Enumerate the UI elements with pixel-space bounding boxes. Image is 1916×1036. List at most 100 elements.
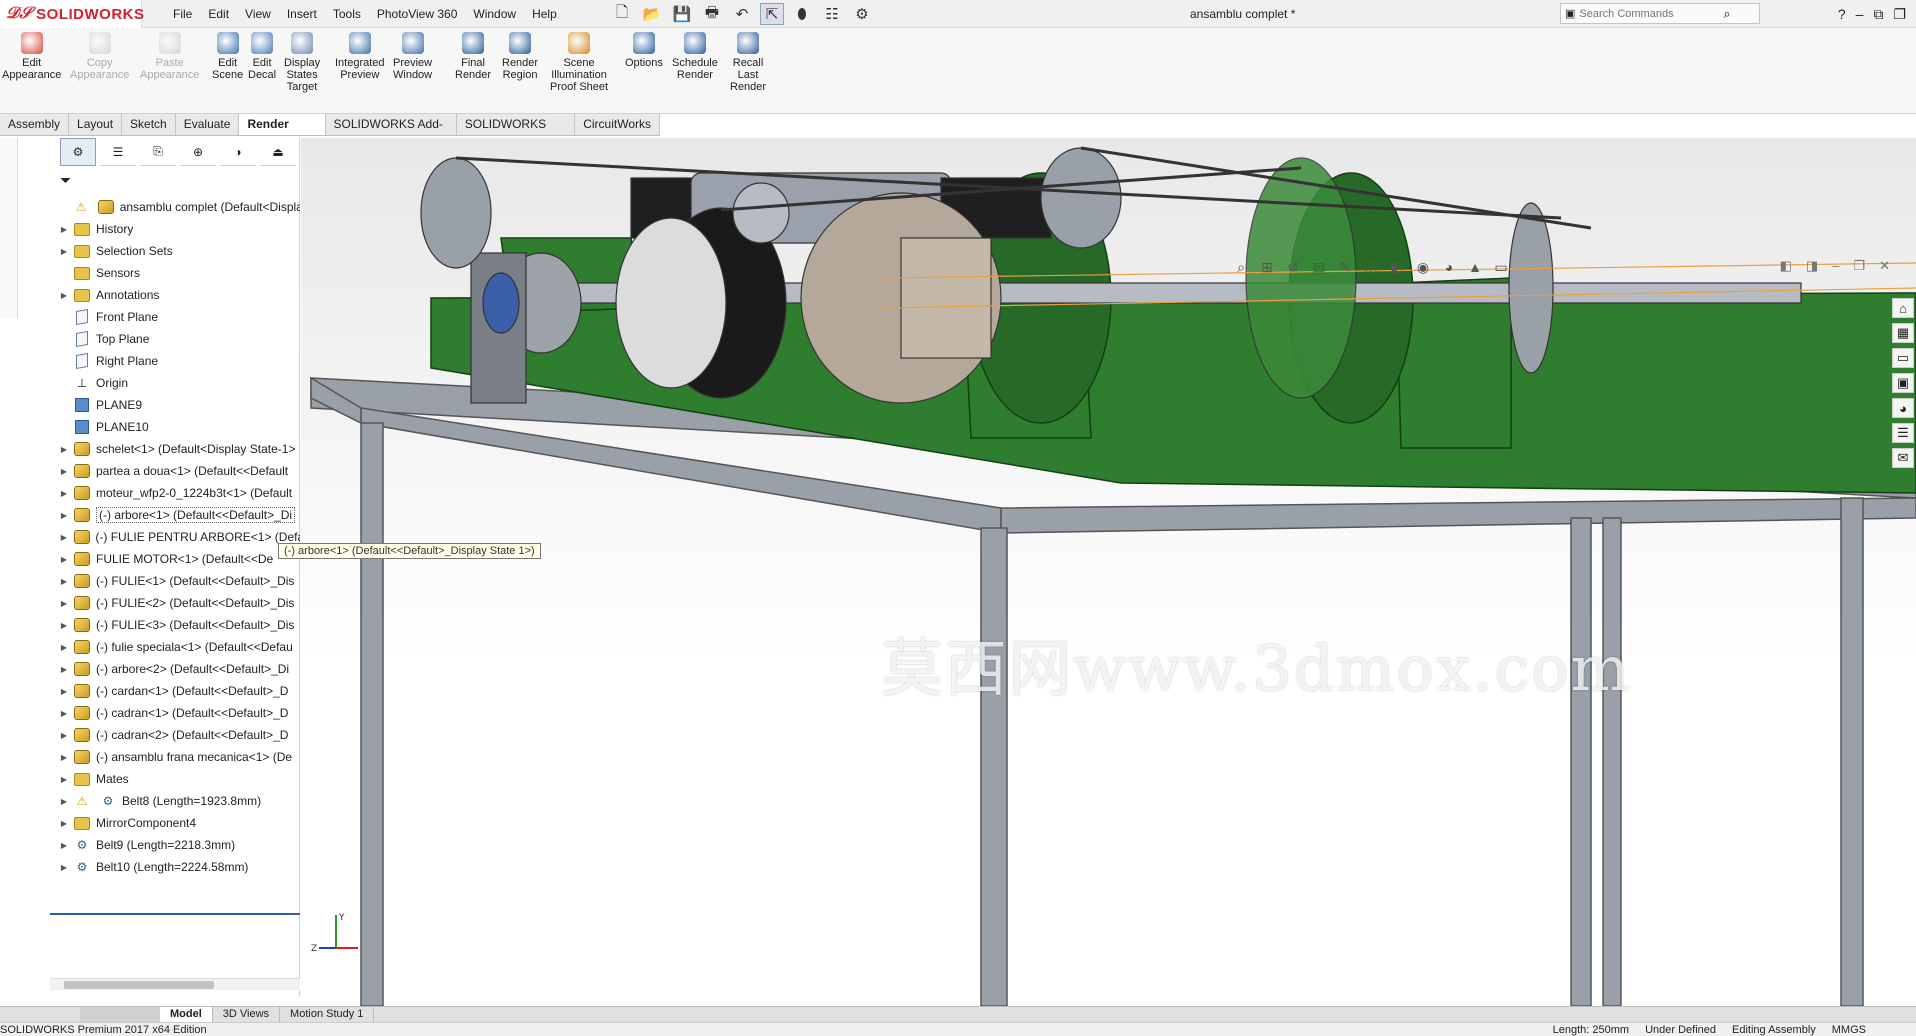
display-states-button[interactable]: Display States Target bbox=[284, 32, 320, 93]
tree-root[interactable]: ▶⚠ansamblu complet (Default<Display bbox=[50, 196, 300, 218]
tree-item[interactable]: ▶ History bbox=[50, 218, 300, 240]
expand-arrow-icon[interactable]: ▶ bbox=[58, 445, 70, 454]
tree-horizontal-scrollbar[interactable] bbox=[50, 978, 300, 990]
hide-show-items-icon[interactable]: ◉ bbox=[1413, 258, 1433, 276]
scrollbar-thumb[interactable] bbox=[64, 981, 214, 989]
undo-icon[interactable]: ↶ bbox=[730, 3, 754, 25]
tree-item[interactable]: ▶ ⚙ Belt10 (Length=2224.58mm) bbox=[50, 856, 300, 878]
restore-icon[interactable]: ❐ bbox=[1893, 0, 1906, 28]
file-properties-icon[interactable]: ☷ bbox=[820, 3, 844, 25]
tree-item[interactable]: ▶ partea a doua<1> (Default<<Default bbox=[50, 460, 300, 482]
tree-item[interactable]: ▶ (-) arbore<2> (Default<<Default>_Di bbox=[50, 658, 300, 680]
solidworks-logo[interactable]: 𝒟𝒮 SOLIDWORKS bbox=[0, 0, 144, 28]
tab-render-tools[interactable]: Render Tools bbox=[239, 114, 326, 152]
menu-window[interactable]: Window bbox=[465, 0, 524, 28]
select-cursor-icon[interactable]: ⇱ bbox=[760, 3, 784, 25]
search-icon[interactable]: ⌕ bbox=[1723, 6, 1730, 22]
design-library-icon[interactable]: ▦ bbox=[1892, 323, 1914, 343]
save-icon[interactable]: 💾 bbox=[670, 3, 694, 25]
menu-help[interactable]: Help bbox=[524, 0, 565, 28]
tab-assembly[interactable]: Assembly bbox=[0, 114, 70, 135]
tree-item[interactable]: ▶ schelet<1> (Default<Display State-1> bbox=[50, 438, 300, 460]
expand-arrow-icon[interactable]: ▶ bbox=[58, 577, 70, 586]
search-scope-icon[interactable]: ▣ bbox=[1565, 7, 1575, 20]
expand-arrow-icon[interactable]: ▶ bbox=[58, 225, 70, 234]
expand-arrow-icon[interactable]: ▶ bbox=[58, 665, 70, 674]
display-manager-tab-icon[interactable]: ◑ bbox=[220, 138, 256, 166]
tab-motion-study-1[interactable]: Motion Study 1 bbox=[280, 1007, 375, 1022]
tree-item[interactable]: ▶ (-) ansamblu frana mecanica<1> (De bbox=[50, 746, 300, 768]
split-right-icon[interactable]: ◨ bbox=[1806, 258, 1818, 274]
menu-insert[interactable]: Insert bbox=[279, 0, 325, 28]
collapse-pane-icon[interactable]: ⏏ bbox=[260, 138, 296, 166]
expand-arrow-icon[interactable]: ▶ bbox=[58, 291, 70, 300]
tab-solidworks-add-ins[interactable]: SOLIDWORKS Add-Ins bbox=[325, 114, 457, 152]
tab-solidworks-mbd[interactable]: SOLIDWORKS MBD bbox=[456, 114, 576, 152]
tree-item[interactable]: ▶ (-) FULIE<2> (Default<<Default>_Dis bbox=[50, 592, 300, 614]
configuration-manager-tab-icon[interactable]: ⎘ bbox=[140, 138, 176, 166]
tree-item[interactable]: PLANE9 bbox=[50, 394, 300, 416]
tree-item[interactable]: Sensors bbox=[50, 262, 300, 284]
view-palette-icon[interactable]: ▣ bbox=[1892, 373, 1914, 393]
recall-last-render-button[interactable]: Recall Last Render bbox=[730, 32, 766, 93]
view-settings-icon[interactable]: ▭ bbox=[1491, 258, 1511, 276]
expand-arrow-icon[interactable]: ▶ bbox=[58, 555, 70, 564]
final-render-button[interactable]: Final Render bbox=[455, 32, 491, 81]
options-button[interactable]: Options bbox=[625, 32, 663, 69]
tab-model[interactable]: Model bbox=[160, 1007, 213, 1022]
edit-decal-button[interactable]: Edit Decal bbox=[248, 32, 276, 81]
expand-arrow-icon[interactable]: ▶ bbox=[58, 753, 70, 762]
tree-item[interactable]: ▶ (-) arbore<1> (Default<<Default>_Di bbox=[50, 504, 300, 526]
dynamic-annotation-icon[interactable]: ✎ bbox=[1335, 258, 1355, 276]
unit-system[interactable]: MMGS bbox=[1832, 1023, 1866, 1036]
tree-item[interactable]: ▶ Selection Sets bbox=[50, 240, 300, 262]
tree-item[interactable]: ▶ (-) fulie speciala<1> (Default<<Defau bbox=[50, 636, 300, 658]
search-input[interactable] bbox=[1579, 7, 1720, 20]
tab-layout[interactable]: Layout bbox=[69, 114, 123, 135]
custom-properties-icon[interactable]: ☰ bbox=[1892, 423, 1914, 443]
expand-arrow-icon[interactable]: ▶ bbox=[58, 709, 70, 718]
tree-item[interactable]: ▶ Mates bbox=[50, 768, 300, 790]
property-manager-tab-icon[interactable]: ☰ bbox=[100, 138, 136, 166]
appearances-scenes-icon[interactable]: ◕ bbox=[1892, 398, 1914, 418]
split-left-icon[interactable]: ◧ bbox=[1780, 258, 1792, 274]
rollback-bar[interactable] bbox=[50, 913, 300, 915]
open-icon[interactable]: 📂 bbox=[640, 3, 664, 25]
tree-item[interactable]: ▶ ⚙ Belt9 (Length=2218.3mm) bbox=[50, 834, 300, 856]
viewport-close-icon[interactable]: ✕ bbox=[1879, 258, 1890, 274]
menu-edit[interactable]: Edit bbox=[200, 0, 237, 28]
options-gear-icon[interactable]: ⚙ bbox=[850, 3, 874, 25]
tree-item[interactable]: ▶ (-) FULIE<3> (Default<<Default>_Dis bbox=[50, 614, 300, 636]
tree-item[interactable]: Right Plane bbox=[50, 350, 300, 372]
expand-arrow-icon[interactable]: ▶ bbox=[58, 687, 70, 696]
expand-arrow-icon[interactable]: ▶ bbox=[58, 731, 70, 740]
zoom-to-area-icon[interactable]: ⊞ bbox=[1257, 258, 1277, 276]
tree-item[interactable]: ▶ (-) cadran<1> (Default<<Default>_D bbox=[50, 702, 300, 724]
tab-3d-views[interactable]: 3D Views bbox=[213, 1007, 281, 1022]
tree-item[interactable]: ▶ Annotations bbox=[50, 284, 300, 306]
tree-item[interactable]: Front Plane bbox=[50, 306, 300, 328]
view-orientation-icon[interactable]: ◫ bbox=[1361, 258, 1381, 276]
viewport-restore-icon[interactable]: ❐ bbox=[1853, 258, 1865, 274]
menu-view[interactable]: View bbox=[237, 0, 279, 28]
viewport-minimize-icon[interactable]: – bbox=[1832, 258, 1839, 274]
expand-arrow-icon[interactable]: ▶ bbox=[58, 533, 70, 542]
expand-arrow-icon[interactable]: ▶ bbox=[58, 841, 70, 850]
preview-window-button[interactable]: Preview Window bbox=[393, 32, 432, 81]
apply-scene-icon[interactable]: ▲ bbox=[1465, 258, 1485, 276]
expand-arrow-icon[interactable]: ▶ bbox=[58, 775, 70, 784]
editing-mode[interactable]: Editing Assembly bbox=[1732, 1023, 1816, 1036]
expand-arrow-icon[interactable]: ▶ bbox=[58, 489, 70, 498]
assembly-3d-model[interactable] bbox=[301, 138, 1916, 1006]
zoom-to-fit-icon[interactable]: ⌕ bbox=[1231, 258, 1251, 276]
previous-view-icon[interactable]: ↺ bbox=[1283, 258, 1303, 276]
integrated-preview-button[interactable]: Integrated Preview bbox=[335, 32, 385, 81]
tree-item[interactable]: ▶ (-) FULIE<1> (Default<<Default>_Dis bbox=[50, 570, 300, 592]
tree-item[interactable]: Top Plane bbox=[50, 328, 300, 350]
tree-item[interactable]: ▶ FULIE MOTOR<1> (Default<<De bbox=[50, 548, 300, 570]
expand-arrow-icon[interactable]: ▶ bbox=[58, 247, 70, 256]
scene-illumination-button[interactable]: Scene Illumination Proof Sheet bbox=[550, 32, 608, 93]
tree-item[interactable]: ▶ MirrorComponent4 bbox=[50, 812, 300, 834]
menu-tools[interactable]: Tools bbox=[325, 0, 369, 28]
menu-file[interactable]: File bbox=[165, 0, 200, 28]
